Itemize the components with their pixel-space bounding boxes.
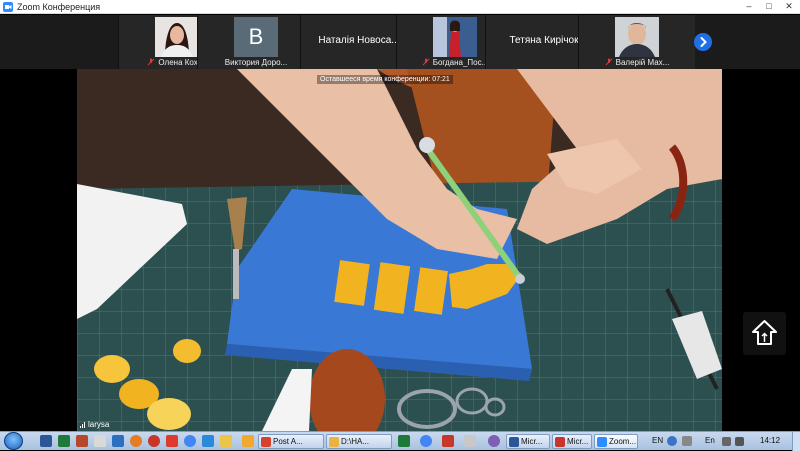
skype-icon[interactable]: [202, 435, 214, 447]
zoom-app-icon: [597, 436, 607, 447]
minimize-button[interactable]: –: [742, 1, 756, 12]
ie-icon[interactable]: [112, 435, 124, 447]
window-title: Zoom Конференция: [17, 1, 101, 12]
task-label: Post A...: [273, 437, 303, 446]
opera-icon[interactable]: [148, 435, 160, 447]
taskbar-task[interactable]: Zoom...: [594, 434, 638, 449]
app-icon[interactable]: [166, 435, 178, 447]
task-label: Micr...: [567, 437, 589, 446]
firefox-icon[interactable]: [130, 435, 142, 447]
app-icon[interactable]: [464, 435, 476, 447]
participant-tile[interactable]: B Виктория Доро...: [197, 15, 314, 69]
viber-icon[interactable]: [488, 435, 500, 447]
taskbar-task[interactable]: Post A...: [258, 434, 324, 449]
window-titlebar: Zoom Конференция – □ ✕: [0, 0, 800, 14]
task-label: D:\HA...: [341, 437, 370, 446]
zoom-app-icon: [3, 1, 13, 12]
participant-photo: [615, 17, 659, 57]
taskbar-task[interactable]: D:\HA...: [326, 434, 392, 449]
muted-mic-icon: [605, 58, 612, 66]
volume-icon[interactable]: [735, 437, 744, 446]
close-button[interactable]: ✕: [782, 1, 796, 12]
system-clock[interactable]: 14:12: [760, 436, 780, 445]
share-screen-icon: [752, 320, 777, 345]
help-icon[interactable]: [667, 436, 677, 446]
start-button[interactable]: [4, 432, 23, 450]
tray-icon[interactable]: [682, 436, 692, 446]
language-indicator[interactable]: EN: [652, 436, 663, 445]
participant-photo: [155, 17, 199, 57]
task-label: Zoom...: [609, 437, 637, 446]
active-speaker-video: Оставшееся время конференции: 07:21 lary…: [77, 69, 722, 431]
participant-tile[interactable]: Валерій Мах...: [578, 15, 695, 69]
participant-name: Виктория Доро...: [224, 57, 288, 67]
maximize-button[interactable]: □: [762, 1, 776, 12]
muted-mic-icon: [422, 58, 430, 66]
word-icon: [509, 436, 519, 447]
next-page-button[interactable]: [694, 33, 712, 51]
folder-icon[interactable]: [220, 435, 232, 447]
pdf-icon: [555, 436, 565, 447]
app-icon[interactable]: [442, 435, 454, 447]
signal-bars-icon: [80, 421, 85, 428]
excel-icon[interactable]: [398, 435, 410, 447]
taskbar-task[interactable]: Micr...: [552, 434, 592, 449]
video-frame: [77, 69, 722, 431]
participant-avatar-letter: B: [234, 17, 278, 57]
post-icon: [261, 436, 271, 447]
show-desktop-button[interactable]: [792, 432, 800, 451]
participant-name: Валерій Мах...: [615, 57, 670, 67]
windows-taskbar: Post A... D:\HA... Micr... Micr... Zoom.…: [0, 431, 800, 451]
participant-name: Богдана_Пос...: [432, 57, 489, 67]
chrome-icon[interactable]: [420, 435, 432, 447]
network-icon[interactable]: [722, 437, 731, 446]
muted-mic-icon: [148, 58, 155, 66]
media-icon[interactable]: [242, 435, 254, 447]
task-label: Micr...: [521, 437, 543, 446]
chrome-icon[interactable]: [184, 435, 196, 447]
taskbar-task[interactable]: Micr...: [506, 434, 550, 449]
participant-photo: [433, 17, 477, 57]
meeting-timer: Оставшееся время конференции: 07:21: [317, 75, 453, 84]
powerpoint-icon[interactable]: [76, 435, 88, 447]
excel-icon[interactable]: [58, 435, 70, 447]
folder-icon: [329, 436, 339, 447]
chevron-right-icon: [700, 37, 707, 47]
share-screen-button[interactable]: [743, 312, 786, 355]
speaker-name-label: larysa: [80, 420, 109, 429]
word-icon[interactable]: [40, 435, 52, 447]
explorer-icon[interactable]: [94, 435, 106, 447]
speaker-name: larysa: [88, 420, 110, 429]
participant-gallery-strip: Олена Кохан B Виктория Доро... Наталія Н…: [0, 15, 800, 69]
language-indicator-secondary[interactable]: En: [705, 436, 715, 445]
